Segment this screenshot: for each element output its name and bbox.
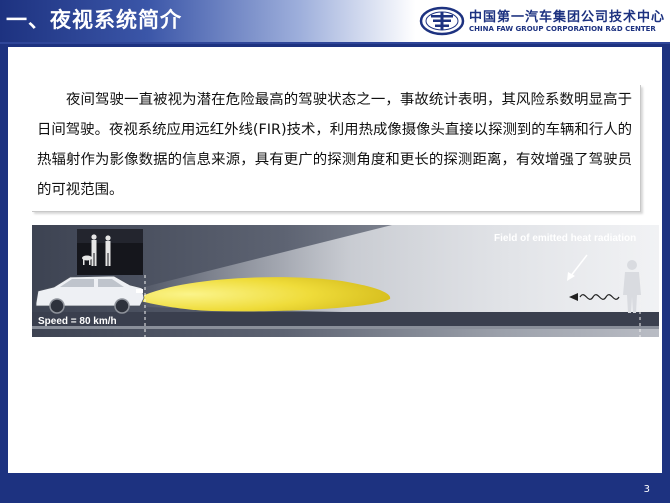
header-bar: 一、夜视系统简介 中国第一汽车集团公司技术中心 CHINA FAW GROUP …	[0, 0, 670, 42]
heat-radiation-label: Field of emitted heat radiation	[494, 233, 636, 244]
organization-name-cn: 中国第一汽车集团公司技术中心	[469, 10, 666, 25]
intro-paragraph: 夜间驾驶一直被视为潜在危险最高的驾驶状态之一，事故统计表明，其风险系数明显高于日…	[37, 92, 632, 198]
faw-logo-icon	[419, 6, 465, 36]
organization-name-en: CHINA FAW GROUP CORPORATION R&D CENTER	[469, 25, 656, 33]
speed-label: Speed = 80 km/h	[38, 316, 117, 327]
road	[32, 312, 659, 326]
night-vision-illustration: Field of emitted heat radiation Speed = …	[32, 225, 659, 337]
intro-textbox: 夜间驾驶一直被视为潜在危险最高的驾驶状态之一，事故统计表明，其风险系数明显高于日…	[32, 85, 641, 212]
header-divider	[0, 42, 670, 44]
road-edge	[32, 326, 659, 329]
content-area: 夜间驾驶一直被视为潜在危险最高的驾驶状态之一，事故统计表明，其风险系数明显高于日…	[8, 47, 662, 473]
thermal-camera-inset	[77, 229, 143, 275]
page-title: 一、夜视系统简介	[6, 8, 182, 32]
page-number: 3	[643, 484, 650, 495]
